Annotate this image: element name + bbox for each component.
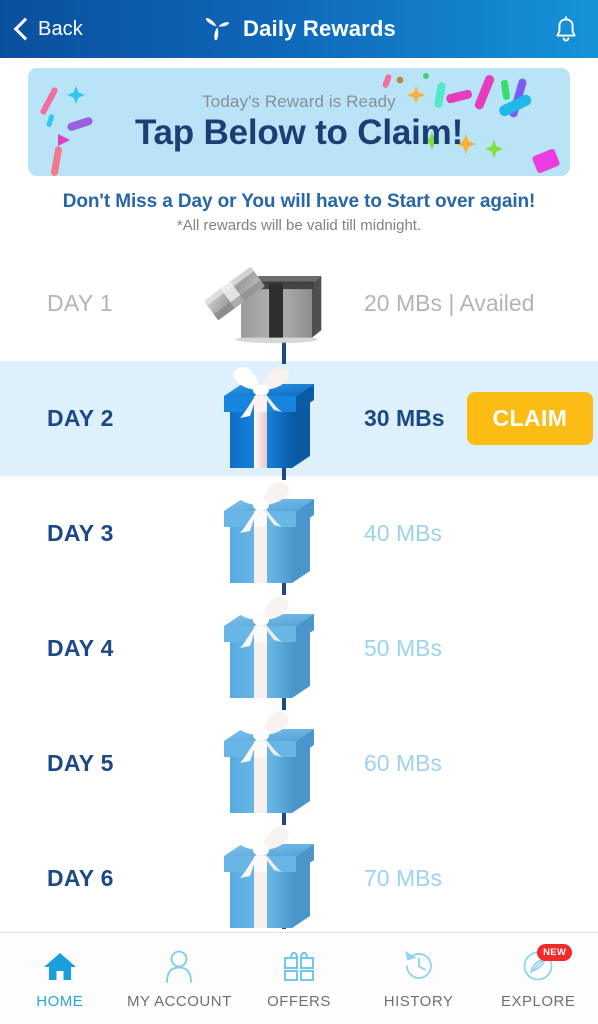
reward-amount: 50 MBs	[364, 635, 442, 661]
telenor-propeller-icon	[202, 14, 232, 44]
chevron-left-icon	[14, 17, 29, 41]
nav-label: HOME	[36, 992, 84, 1010]
reward-amount: 60 MBs	[364, 750, 442, 776]
page-title: Daily Rewards	[242, 16, 396, 41]
reward-cell: 30 MBs CLAIM	[340, 392, 598, 445]
reward-row-day-5[interactable]: DAY 5 60 MBs	[0, 706, 598, 821]
history-clock-icon	[402, 948, 436, 984]
app-header: Back Daily Rewards	[0, 0, 598, 58]
promo-banner: Today's Reward is Ready Tap Below to Cla…	[28, 68, 570, 176]
nav-item-home[interactable]: HOME	[0, 933, 120, 1024]
notice-block: Don't Miss a Day or You will have to Sta…	[0, 176, 598, 234]
light-blue-gift-box-icon	[200, 475, 340, 593]
nav-item-explore[interactable]: NEW EXPLORE	[478, 933, 598, 1024]
reward-amount: 70 MBs	[364, 865, 442, 891]
notification-bell-icon	[556, 15, 576, 41]
nav-label: EXPLORE	[500, 992, 576, 1010]
home-icon	[42, 948, 78, 984]
blue-gift-box-icon[interactable]	[200, 360, 340, 478]
promo-banner-container: Today's Reward is Ready Tap Below to Cla…	[0, 58, 598, 176]
reward-row-day-3[interactable]: DAY 3 40 MBs	[0, 476, 598, 591]
daily-rewards-list[interactable]: DAY 1 20 MBs | Availed DAY 2 30 MBs CLAI…	[0, 246, 598, 929]
reward-cell: 70 MBs	[340, 865, 598, 892]
nav-label: HISTORY	[383, 992, 454, 1010]
opened-gray-gift-box-icon	[200, 258, 340, 350]
back-button[interactable]: Back	[0, 17, 83, 41]
light-blue-gift-box-icon	[200, 590, 340, 708]
day-label: DAY 3	[47, 520, 114, 546]
notice-main-text: Don't Miss a Day or You will have to Sta…	[62, 191, 536, 212]
reward-amount: 40 MBs	[364, 520, 442, 546]
claim-button[interactable]: CLAIM	[466, 392, 594, 445]
day-label: DAY 5	[47, 750, 114, 776]
new-badge: NEW	[537, 943, 573, 961]
reward-row-day-1[interactable]: DAY 1 20 MBs | Availed	[0, 246, 598, 361]
nav-label: MY ACCOUNT	[127, 992, 232, 1010]
day-label: DAY 4	[47, 635, 114, 661]
person-icon	[164, 948, 194, 984]
banner-headline: Tap Below to Claim!	[134, 112, 464, 152]
compass-feather-icon: NEW	[521, 943, 573, 984]
gift-icon	[282, 948, 316, 984]
reward-cell: 20 MBs | Availed	[340, 290, 598, 317]
header-title-group: Daily Rewards	[0, 0, 598, 58]
banner-subtitle: Today's Reward is Ready	[202, 91, 396, 111]
nav-item-history[interactable]: HISTORY	[359, 933, 479, 1024]
reward-amount: 30 MBs	[364, 405, 445, 431]
light-blue-gift-box-icon	[200, 820, 340, 930]
notice-sub-text: *All rewards will be valid till midnight…	[176, 217, 422, 234]
reward-amount: 20 MBs | Availed	[364, 290, 535, 316]
reward-row-day-6[interactable]: DAY 6 70 MBs	[0, 821, 598, 929]
nav-item-offers[interactable]: OFFERS	[239, 933, 359, 1024]
reward-cell: 60 MBs	[340, 750, 598, 777]
nav-item-my-account[interactable]: MY ACCOUNT	[120, 933, 240, 1024]
back-button-label: Back	[38, 17, 83, 40]
day-label: DAY 1	[47, 290, 113, 316]
reward-cell: 50 MBs	[340, 635, 598, 662]
day-label: DAY 2	[47, 405, 114, 431]
reward-row-day-2[interactable]: DAY 2 30 MBs CLAIM	[0, 361, 598, 476]
notifications-button[interactable]	[554, 15, 598, 43]
bottom-navigation-bar: HOME MY ACCOUNT OFFERS HISTORY NEW EXPLO…	[0, 932, 598, 1024]
light-blue-gift-box-icon	[200, 705, 340, 823]
reward-cell: 40 MBs	[340, 520, 598, 547]
day-label: DAY 6	[47, 865, 114, 891]
nav-label: OFFERS	[267, 992, 331, 1010]
reward-row-day-4[interactable]: DAY 4 50 MBs	[0, 591, 598, 706]
